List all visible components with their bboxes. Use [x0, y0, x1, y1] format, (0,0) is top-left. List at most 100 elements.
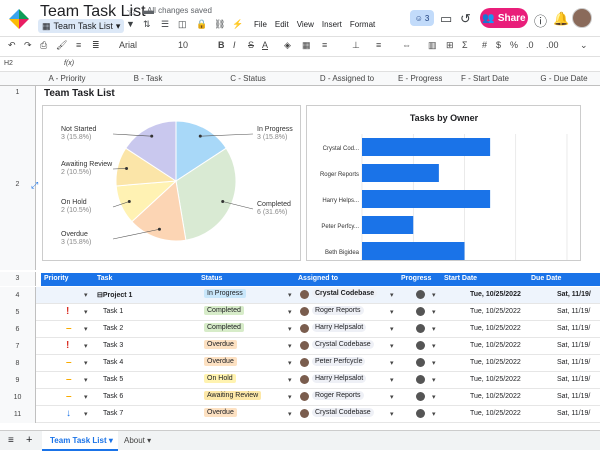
dropdown-icon[interactable]: ▾ [288, 410, 292, 418]
th-start[interactable]: Start Date [444, 275, 477, 282]
menu-format[interactable]: Format [350, 20, 375, 29]
bar-0[interactable] [362, 138, 491, 156]
decimal-dec-icon[interactable]: .0 [526, 40, 534, 50]
cell-reference[interactable]: H2 [4, 60, 13, 67]
task-name[interactable]: Task 6 [103, 393, 123, 400]
sheet-selector[interactable]: ▦ Team Task List ▾ [38, 19, 125, 33]
table-row[interactable]: 10 – ▾ Task 6 Awaiting Review ▾ Roger Re… [0, 389, 600, 406]
dropdown-icon[interactable]: ▾ [390, 325, 394, 333]
table-row[interactable]: 11 ↓ ▾ Task 7 Overdue ▾ Crystal Codebase… [0, 406, 600, 423]
row-header-3[interactable]: 3 [0, 272, 36, 286]
col-g[interactable]: G - Due Date [528, 74, 600, 83]
start-date[interactable]: Tue, 10/25/2022 [470, 325, 521, 332]
align-left-icon[interactable]: ≡ [76, 40, 81, 50]
redo-icon[interactable]: ↷ [24, 40, 32, 51]
progress-ball-icon[interactable] [416, 409, 425, 418]
h-align-icon[interactable]: ≡ [322, 40, 327, 50]
dropdown-icon[interactable]: ▾ [84, 325, 88, 333]
row-number[interactable]: 9 [0, 372, 36, 389]
dropdown-icon[interactable]: ▾ [84, 376, 88, 384]
owner-bar-chart[interactable]: Tasks by Owner02468Crystal Cod...Roger R… [306, 105, 581, 276]
due-date[interactable]: Sat, 11/19/ [557, 325, 590, 332]
dropdown-icon[interactable]: ▾ [390, 393, 394, 401]
row-number[interactable]: 6 [0, 321, 36, 338]
priority-icon[interactable]: – [66, 323, 72, 334]
progress-ball-icon[interactable] [416, 375, 425, 384]
help-icon[interactable]: ⓘ [534, 11, 547, 30]
table-row[interactable]: 6 – ▾ Task 2 Completed ▾ Harry Helpsalot… [0, 321, 600, 338]
status-badge[interactable]: In Progress [204, 289, 246, 298]
priority-icon[interactable]: ! [66, 340, 69, 351]
th-assigned[interactable]: Assigned to [298, 275, 338, 282]
dropdown-icon[interactable]: ▾ [288, 342, 292, 350]
priority-icon[interactable]: ! [66, 306, 69, 317]
link-icon[interactable]: ⛓ [214, 19, 225, 30]
table-row[interactable]: 9 – ▾ Task 5 On Hold ▾ Harry Helpsalot ▾… [0, 372, 600, 389]
dropdown-icon[interactable]: ▾ [432, 376, 436, 384]
dropdown-icon[interactable]: ▾ [390, 376, 394, 384]
menu-icon[interactable]: ≡ [8, 435, 14, 446]
start-date[interactable]: Tue, 10/25/2022 [470, 376, 521, 383]
row-number[interactable]: 7 [0, 338, 36, 355]
undo-icon[interactable]: ↶ [8, 40, 16, 51]
row-number[interactable]: 4 [0, 287, 36, 304]
dropdown-icon[interactable]: ▾ [84, 393, 88, 401]
task-name[interactable]: Task 3 [103, 342, 123, 349]
status-badge[interactable]: Completed [204, 306, 244, 315]
italic-icon[interactable]: I [233, 40, 236, 50]
add-sheet-icon[interactable]: + [26, 434, 32, 446]
assignee-chip[interactable]: Roger Reports [312, 306, 364, 315]
bar-2[interactable] [362, 190, 491, 208]
dropdown-icon[interactable]: ▾ [84, 359, 88, 367]
due-date[interactable]: Sat, 11/19/ [557, 376, 590, 383]
bar-4[interactable] [362, 242, 465, 260]
priority-icon[interactable]: – [66, 374, 72, 385]
dropdown-icon[interactable]: ▾ [390, 308, 394, 316]
col-a[interactable]: A - Priority [40, 74, 94, 83]
currency-icon[interactable]: $ [496, 40, 501, 50]
dropdown-icon[interactable]: ▾ [432, 393, 436, 401]
start-date[interactable]: Tue, 10/25/2022 [470, 393, 521, 400]
table-row[interactable]: 7 ! ▾ Task 3 Overdue ▾ Crystal Codebase … [0, 338, 600, 355]
menu-insert[interactable]: Insert [322, 20, 342, 29]
assignee-chip[interactable]: Crystal Codebase [312, 408, 374, 417]
filter-icon[interactable]: ▼ [126, 19, 135, 29]
th-status[interactable]: Status [201, 275, 222, 282]
percent-icon[interactable]: % [510, 40, 518, 50]
th-task[interactable]: Task [97, 275, 112, 282]
menu-view[interactable]: View [297, 20, 314, 29]
priority-icon[interactable]: – [66, 391, 72, 402]
dropdown-icon[interactable]: ▾ [390, 359, 394, 367]
dropdown-icon[interactable]: ▾ [288, 325, 292, 333]
progress-ball-icon[interactable] [416, 392, 425, 401]
task-name[interactable]: Task 1 [103, 308, 123, 315]
progress-ball-icon[interactable] [416, 324, 425, 333]
tab-about[interactable]: About ▾ [124, 431, 151, 451]
chart-icon[interactable]: ▥ [428, 40, 437, 51]
assignee-chip[interactable]: Crystal Codebase [312, 289, 378, 298]
user-avatar[interactable] [572, 8, 592, 28]
status-badge[interactable]: Awaiting Review [204, 391, 262, 400]
table-row[interactable]: 4 ▾ ⊟Project 1 In Progress ▾ Crystal Cod… [0, 287, 600, 304]
task-name[interactable]: Task 7 [103, 410, 123, 417]
dropdown-icon[interactable]: ▾ [390, 342, 394, 350]
align-center-icon[interactable]: ≣ [92, 40, 100, 51]
bell-icon[interactable]: 🔔 [553, 11, 569, 27]
row-number[interactable]: 8 [0, 355, 36, 372]
dropdown-icon[interactable]: ▾ [84, 410, 88, 418]
dropdown-icon[interactable]: ▾ [84, 342, 88, 350]
status-badge[interactable]: On Hold [204, 374, 236, 383]
th-priority[interactable]: Priority [44, 275, 69, 282]
dropdown-icon[interactable]: ▾ [432, 291, 436, 299]
fill-color-icon[interactable]: ◈ [284, 40, 291, 51]
col-d[interactable]: D - Assigned to [296, 74, 398, 83]
flow-icon[interactable]: ⚡ [232, 19, 243, 30]
share-button[interactable]: 👥 Share [480, 8, 528, 28]
expand-icon[interactable]: ⤢ [31, 180, 38, 191]
dropdown-icon[interactable]: ▾ [288, 291, 292, 299]
wrap-icon[interactable]: ≡ [376, 40, 381, 50]
due-date[interactable]: Sat, 11/19/ [557, 359, 590, 366]
start-date[interactable]: Tue, 10/25/2022 [470, 410, 521, 417]
v-align-icon[interactable]: ⊥ [352, 40, 360, 51]
font-size-select[interactable]: 10 [178, 40, 188, 50]
